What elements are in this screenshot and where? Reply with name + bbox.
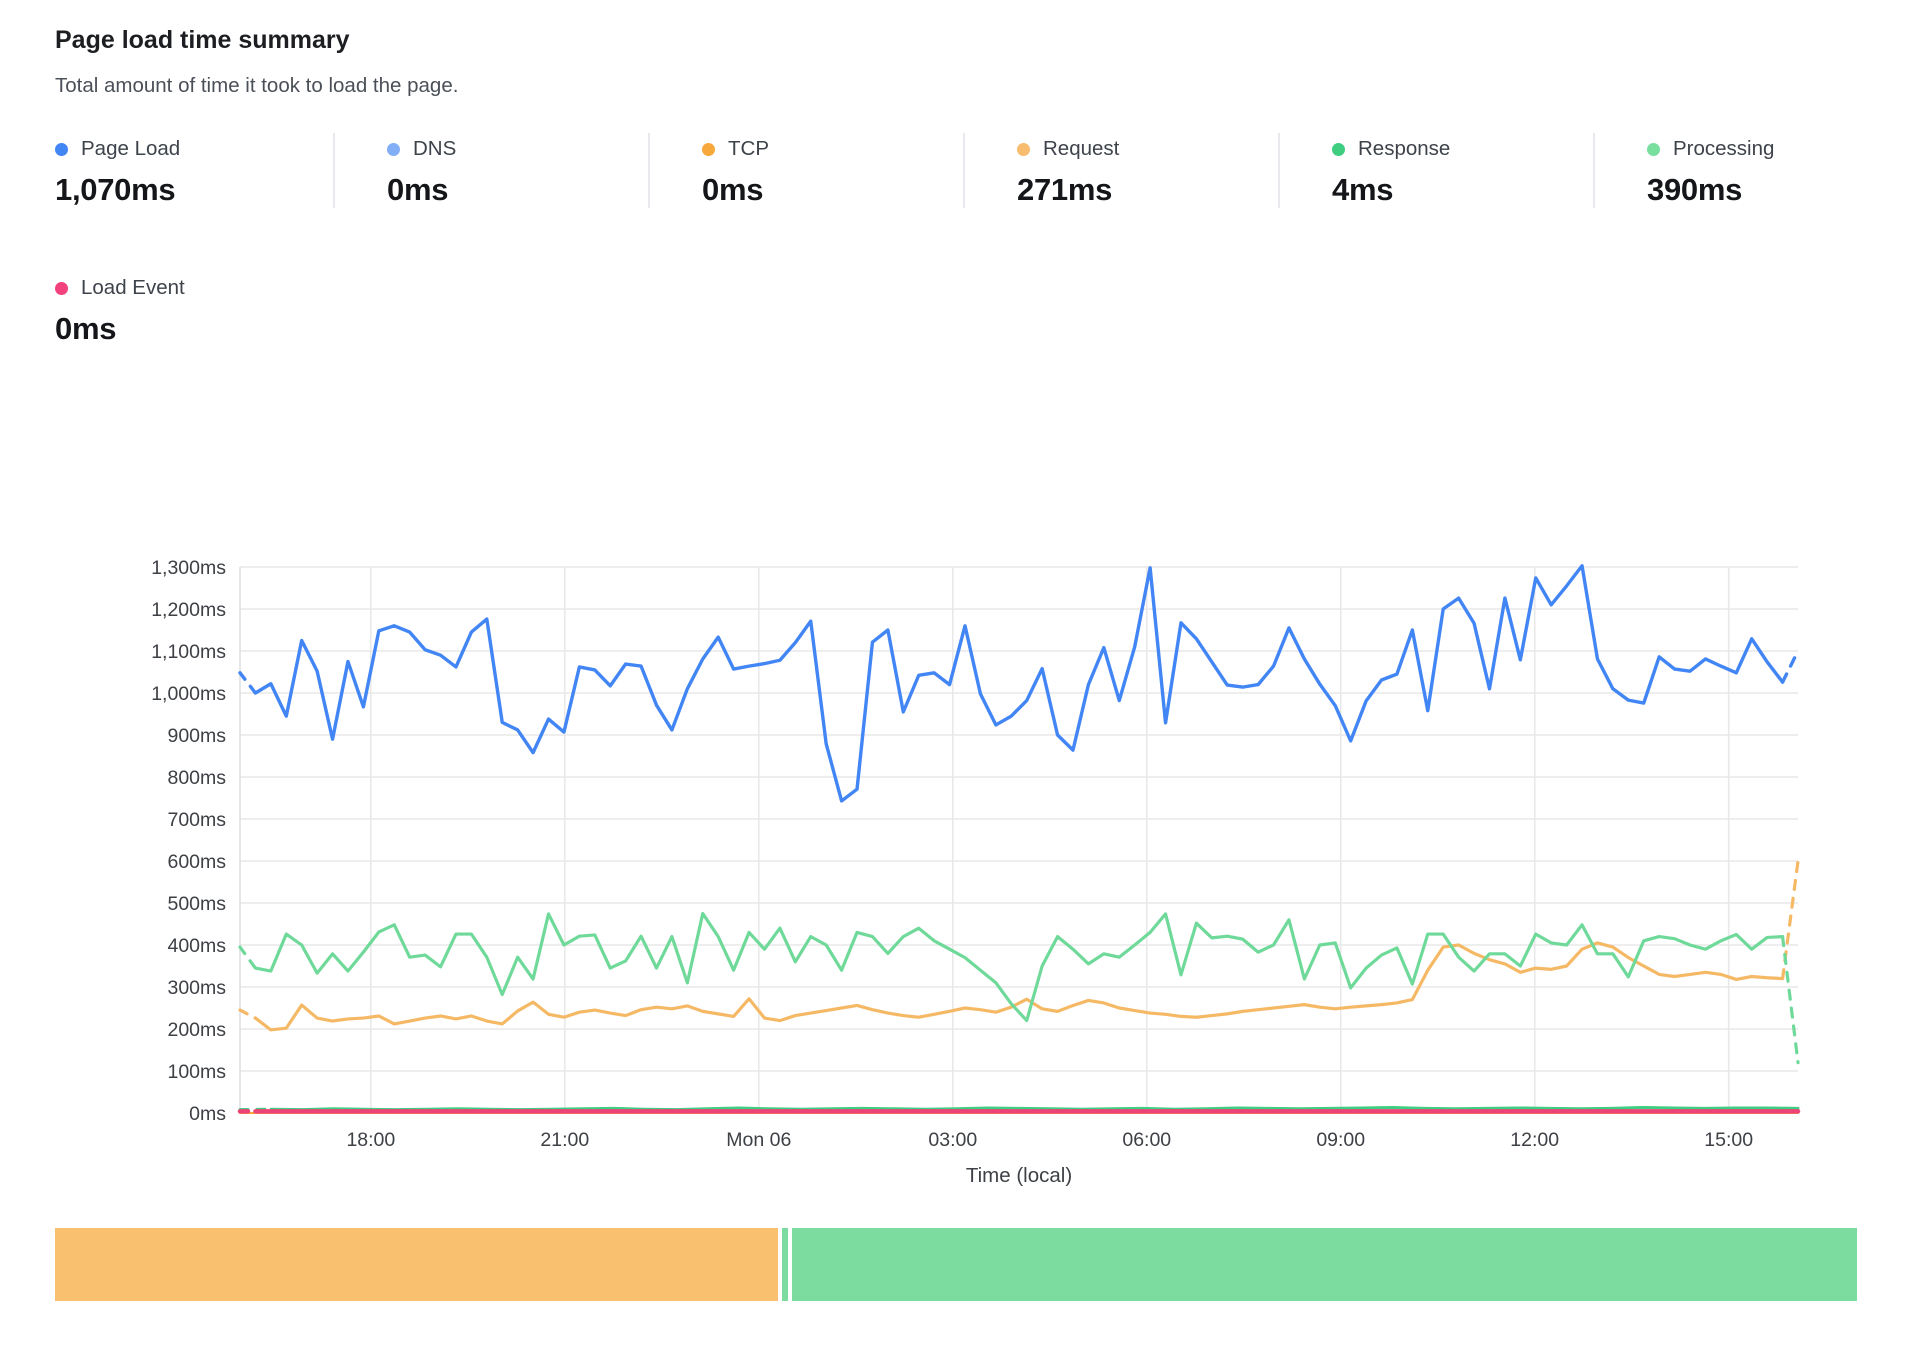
x-axis-title: Time (local): [966, 1164, 1072, 1187]
y-axis-tick-label: 1,000ms: [151, 683, 226, 705]
y-axis-tick-label: 1,300ms: [151, 557, 226, 579]
y-axis-tick-label: 600ms: [167, 851, 226, 873]
stat-dns: DNS 0ms: [333, 133, 648, 208]
page-subtitle: Total amount of time it took to load the…: [55, 74, 458, 98]
y-axis-tick-label: 700ms: [167, 809, 226, 831]
y-axis-tick-label: 0ms: [189, 1103, 226, 1125]
stat-response: Response 4ms: [1278, 133, 1593, 208]
processing-line: [240, 914, 1798, 1063]
brush-segment-processing[interactable]: [792, 1228, 1857, 1301]
stat-value: 0ms: [702, 172, 963, 208]
legend-stats-row-2: Load Event 0ms: [55, 272, 333, 347]
stat-tcp: TCP 0ms: [648, 133, 963, 208]
brush-segment-request[interactable]: [55, 1228, 778, 1301]
tcp-dot-icon: [702, 143, 715, 156]
x-axis-tick-label: Mon 06: [726, 1129, 791, 1151]
dns-dot-icon: [387, 143, 400, 156]
stat-processing: Processing 390ms: [1593, 133, 1908, 208]
y-axis-tick-label: 300ms: [167, 977, 226, 999]
stat-value: 4ms: [1332, 172, 1593, 208]
stat-value: 1,070ms: [55, 172, 333, 208]
legend-stats-row: Page Load 1,070ms DNS 0ms TCP 0ms Reques…: [55, 133, 1908, 208]
chart-svg[interactable]: 0ms 100ms 200ms 300ms 400ms 500ms 600ms 700ms 80…: [0, 440, 1910, 1225]
stat-label: TCP: [728, 137, 769, 161]
load-time-chart[interactable]: 0ms 100ms 200ms 300ms 400ms 500ms 600ms 700ms 80…: [0, 440, 1910, 1225]
y-axis-tick-label: 800ms: [167, 767, 226, 789]
page-load-summary-panel: Page load time summary Total amount of t…: [0, 0, 1910, 1352]
y-axis-tick-label: 900ms: [167, 725, 226, 747]
response-dot-icon: [1332, 143, 1345, 156]
processing-dot-icon: [1647, 143, 1660, 156]
x-axis-tick-label: 12:00: [1510, 1129, 1559, 1151]
stat-label: Load Event: [81, 276, 185, 300]
x-axis-tick-label: 18:00: [346, 1129, 395, 1151]
stat-value: 0ms: [55, 311, 333, 347]
y-axis-tick-label: 1,200ms: [151, 599, 226, 621]
time-range-brush-bar[interactable]: [55, 1228, 1857, 1301]
stat-value: 390ms: [1647, 172, 1908, 208]
y-axis-tick-label: 500ms: [167, 893, 226, 915]
stat-label: Response: [1358, 137, 1450, 161]
page_load-line: [240, 566, 1798, 801]
x-axis-tick-label: 06:00: [1122, 1129, 1171, 1151]
request-dot-icon: [1017, 143, 1030, 156]
stat-label: Request: [1043, 137, 1119, 161]
x-axis-tick-label: 09:00: [1316, 1129, 1365, 1151]
stat-label: Processing: [1673, 137, 1774, 161]
x-axis-tick-label: 03:00: [928, 1129, 977, 1151]
stat-label: DNS: [413, 137, 456, 161]
stat-value: 0ms: [387, 172, 648, 208]
stat-request: Request 271ms: [963, 133, 1278, 208]
y-axis-tick-label: 200ms: [167, 1019, 226, 1041]
load-event-dot-icon: [55, 282, 68, 295]
x-axis-tick-label: 15:00: [1704, 1129, 1753, 1151]
y-axis-tick-label: 100ms: [167, 1061, 226, 1083]
y-axis-tick-label: 400ms: [167, 935, 226, 957]
page-title: Page load time summary: [55, 26, 350, 55]
y-axis-tick-label: 1,100ms: [151, 641, 226, 663]
page-load-dot-icon: [55, 143, 68, 156]
stat-load-event: Load Event 0ms: [55, 272, 333, 347]
x-axis-tick-label: 21:00: [540, 1129, 589, 1151]
chart-grid: [240, 567, 1798, 1113]
stat-label: Page Load: [81, 137, 180, 161]
stat-value: 271ms: [1017, 172, 1278, 208]
stat-page-load: Page Load 1,070ms: [55, 133, 333, 208]
